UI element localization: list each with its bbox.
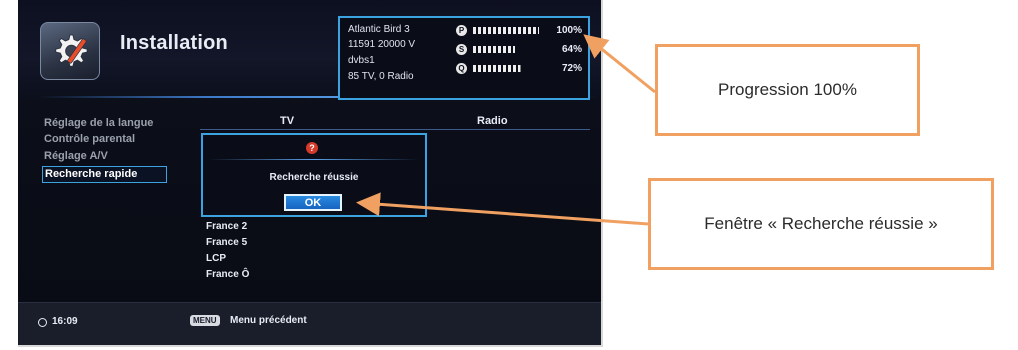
column-header-radio: Radio bbox=[477, 115, 508, 127]
channel-item[interactable]: France 5 bbox=[206, 237, 247, 248]
search-success-dialog: ? Recherche réussie OK bbox=[201, 133, 427, 217]
progress-percent: 100% bbox=[556, 25, 582, 36]
channel-item[interactable]: France Ô bbox=[206, 269, 249, 280]
progress-meter: P 100% bbox=[456, 25, 582, 36]
strength-percent: 64% bbox=[561, 44, 582, 55]
channel-item[interactable]: LCP bbox=[206, 253, 226, 264]
signal-strength-meter: S 64% bbox=[456, 44, 582, 55]
quality-bar bbox=[473, 65, 539, 72]
menu-key-icon: MENU bbox=[190, 315, 220, 326]
callout-dialog: Fenêtre « Recherche réussie » bbox=[648, 178, 994, 270]
ok-button[interactable]: OK bbox=[284, 194, 342, 211]
dialog-divider bbox=[209, 159, 419, 160]
strength-bar bbox=[473, 46, 539, 53]
dialog-message: Recherche réussie bbox=[269, 172, 359, 183]
callout-progress-text: Progression 100% bbox=[718, 80, 857, 99]
found-services: 85 TV, 0 Radio bbox=[348, 71, 414, 82]
satellite-name: Atlantic Bird 3 bbox=[348, 24, 410, 35]
callout-dialog-text: Fenêtre « Recherche réussie » bbox=[704, 214, 938, 233]
menu-item-language[interactable]: Réglage de la langue bbox=[44, 117, 153, 129]
page-title: Installation bbox=[120, 32, 228, 54]
tv-screen: Installation Atlantic Bird 3 11591 20000… bbox=[18, 0, 603, 347]
gear-icon bbox=[55, 34, 88, 67]
clock-time: 16:09 bbox=[52, 316, 78, 327]
transponder-frequency: 11591 20000 V bbox=[348, 39, 416, 50]
column-divider bbox=[200, 129, 590, 130]
question-icon: ? bbox=[306, 142, 318, 154]
progress-bar bbox=[473, 27, 539, 34]
footer-bar: 16:09 MENU Menu précédent bbox=[18, 302, 601, 345]
channel-item[interactable]: France 2 bbox=[206, 221, 247, 232]
callout-progress: Progression 100% bbox=[655, 44, 920, 136]
progress-badge-icon: P bbox=[456, 25, 467, 36]
quality-percent: 72% bbox=[561, 63, 582, 74]
column-header-tv: TV bbox=[280, 115, 295, 127]
clock-icon bbox=[38, 318, 47, 327]
signal-quality-meter: Q 72% bbox=[456, 63, 582, 74]
transmission-system: dvbs1 bbox=[348, 55, 375, 66]
back-menu-label[interactable]: Menu précédent bbox=[230, 315, 307, 326]
strength-badge-icon: S bbox=[456, 44, 467, 55]
quality-badge-icon: Q bbox=[456, 63, 467, 74]
menu-item-quick-search[interactable]: Recherche rapide bbox=[42, 166, 167, 183]
installation-gear-icon bbox=[40, 22, 100, 80]
menu-item-av[interactable]: Réglage A/V bbox=[44, 150, 108, 162]
menu-item-parental[interactable]: Contrôle parental bbox=[44, 133, 135, 145]
signal-info-panel: Atlantic Bird 3 11591 20000 V dvbs1 85 T… bbox=[338, 16, 590, 100]
